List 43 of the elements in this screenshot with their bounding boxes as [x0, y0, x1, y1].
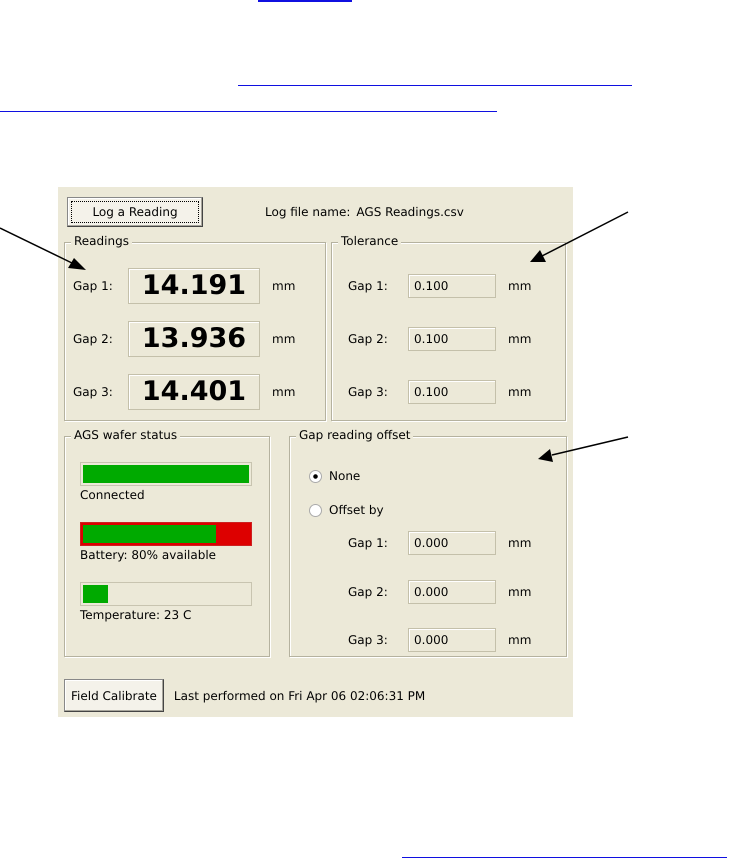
gap-label: Gap 2:	[348, 584, 389, 599]
meter-label: Temperature: 23 C	[80, 608, 192, 622]
log-file-label: Log file name:	[265, 205, 350, 219]
radio-button[interactable]	[309, 504, 322, 516]
log-file-name: AGS Readings.csv	[356, 205, 464, 219]
gap-label: Gap 2:	[348, 332, 389, 346]
radio-label: Offset by	[329, 503, 384, 517]
reading-display: 14.401	[128, 374, 260, 410]
value-field[interactable]: 0.100	[408, 326, 496, 350]
group-title: Gap reading offset	[296, 428, 414, 442]
unit-label: mm	[272, 384, 296, 398]
value-field[interactable]: 0.000	[408, 580, 496, 604]
radio-label: None	[329, 469, 360, 483]
unit-label: mm	[508, 278, 532, 292]
gap-label: Gap 1:	[73, 278, 114, 292]
group-title: Tolerance	[338, 234, 402, 248]
gap-label: Gap 1:	[348, 536, 389, 550]
gap-label: Gap 2:	[73, 332, 114, 346]
field-calibrate-button[interactable]: Field Calibrate	[64, 679, 164, 712]
group-title: AGS wafer status	[71, 428, 180, 442]
group-title: Readings	[71, 234, 132, 248]
unit-label: mm	[272, 332, 296, 346]
value-field[interactable]: 0.100	[408, 380, 496, 404]
value-field[interactable]: 0.000	[408, 628, 496, 652]
unit-label: mm	[272, 278, 296, 292]
unit-label: mm	[508, 584, 532, 599]
gap-label: Gap 3:	[348, 633, 389, 648]
reading-display: 14.191	[128, 268, 260, 304]
gap-label: Gap 3:	[348, 384, 389, 398]
unit-label: mm	[508, 384, 532, 398]
meter-label: Battery: 80% available	[80, 548, 218, 562]
log-reading-button[interactable]: Log a Reading	[67, 197, 203, 227]
value-field[interactable]: 0.000	[408, 531, 496, 556]
reading-display: 13.936	[128, 320, 260, 356]
last-performed-text: Last performed on Fri Apr 06 02:06:31 PM	[174, 688, 426, 702]
gap-label: Gap 1:	[348, 278, 389, 292]
meter-label: Connected	[80, 488, 146, 502]
value-field[interactable]: 0.100	[408, 274, 496, 298]
unit-label: mm	[508, 633, 532, 648]
gap-label: Gap 3:	[73, 384, 114, 398]
unit-label: mm	[508, 536, 532, 550]
unit-label: mm	[508, 332, 532, 346]
radio-button[interactable]	[309, 470, 322, 482]
